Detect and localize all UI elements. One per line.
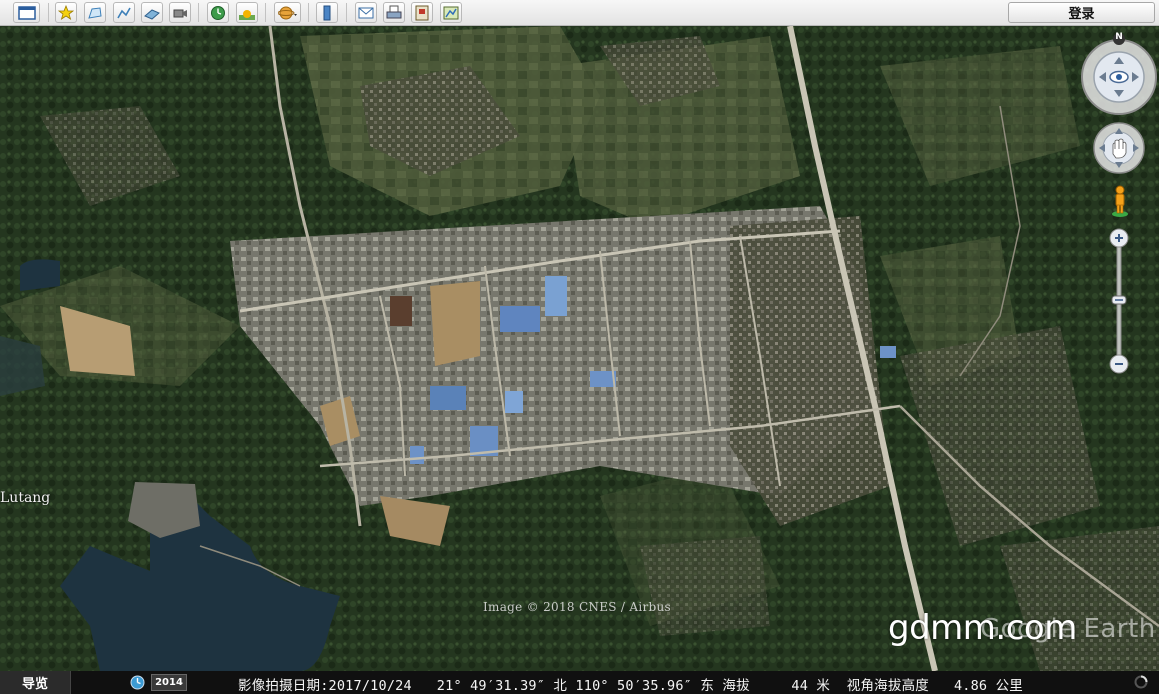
street-view-pegman-icon[interactable] <box>1110 184 1130 218</box>
longitude: 110° 50′35.96″ 东 <box>575 678 715 694</box>
imagery-credit: Image © 2018 CNES / Airbus <box>483 600 671 614</box>
view-in-maps-icon[interactable] <box>440 2 462 23</box>
capture-date-label: 影像拍摄日期: <box>238 678 329 694</box>
login-button[interactable]: 登录 <box>1008 2 1155 23</box>
add-path-icon[interactable] <box>113 2 135 23</box>
status-readout: 影像拍摄日期:2017/10/24 21° 49′31.39″ 北 110° 5… <box>238 674 1023 694</box>
look-control[interactable]: N <box>1080 32 1158 118</box>
status-bar: 导览 2014 影像拍摄日期:2017/10/24 21° 49′31.39″ … <box>0 671 1159 694</box>
email-icon[interactable] <box>355 2 377 23</box>
satellite-imagery <box>0 26 1159 671</box>
compass-north-label: N <box>1115 32 1123 42</box>
add-polygon-icon[interactable] <box>84 2 106 23</box>
zoom-control[interactable] <box>1109 228 1129 374</box>
map-view[interactable]: Lutang Image © 2018 CNES / Airbus Google… <box>0 26 1159 671</box>
streaming-progress-icon <box>1134 675 1148 689</box>
save-image-icon[interactable] <box>411 2 433 23</box>
record-tour-icon[interactable] <box>169 2 191 23</box>
historical-imagery-icon[interactable] <box>207 2 229 23</box>
historical-imagery-clock-icon[interactable] <box>130 675 145 690</box>
eye-altitude-label: 视角海拔高度 <box>846 678 929 694</box>
add-placemark-icon[interactable] <box>55 2 77 23</box>
eye-altitude: 4.86 公里 <box>953 678 1023 694</box>
tour-guide-tab[interactable]: 导览 <box>0 671 71 694</box>
imagery-year-badge[interactable]: 2014 <box>151 674 187 691</box>
sidebar-toggle-icon[interactable] <box>13 2 40 23</box>
toolbar: 登录 <box>0 0 1159 26</box>
switch-planet-icon[interactable] <box>274 2 301 23</box>
latitude: 21° 49′31.39″ 北 <box>436 678 568 694</box>
sunlight-icon[interactable] <box>236 2 258 23</box>
ruler-icon[interactable] <box>316 2 338 23</box>
add-image-overlay-icon[interactable] <box>141 2 163 23</box>
watermark: gdmm.com <box>888 608 1077 648</box>
place-label: Lutang <box>0 490 51 506</box>
move-control[interactable] <box>1093 122 1145 174</box>
print-icon[interactable] <box>383 2 405 23</box>
elevation: 44 米 <box>791 678 831 694</box>
capture-date: 2017/10/24 <box>328 678 412 694</box>
elevation-label: 海拔 <box>722 678 750 694</box>
